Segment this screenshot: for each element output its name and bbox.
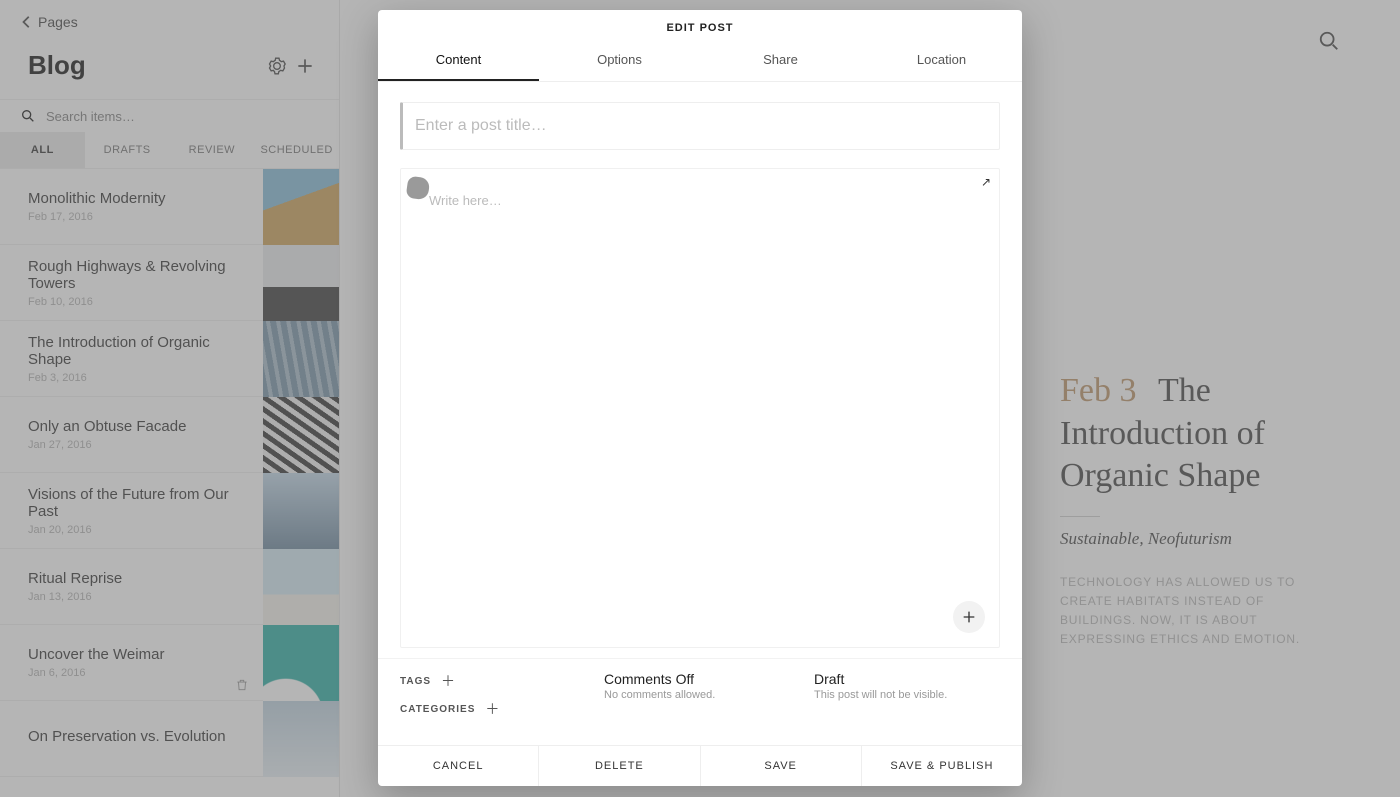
tags-label: TAGS [400, 676, 431, 687]
plus-icon [961, 609, 977, 625]
post-body-editor[interactable]: ↗ Write here… [400, 168, 1000, 648]
modal-footer: CANCEL DELETE SAVE SAVE & PUBLISH [378, 745, 1022, 786]
modal-title: EDIT POST [378, 10, 1022, 42]
comments-title: Comments Off [604, 671, 790, 687]
modal-tab-content[interactable]: Content [378, 42, 539, 81]
expand-editor-button[interactable]: ↗ [981, 175, 991, 189]
status-sub: This post will not be visible. [814, 689, 1000, 701]
save-button[interactable]: SAVE [701, 746, 862, 786]
comments-status[interactable]: Comments Off No comments allowed. [604, 671, 790, 727]
post-meta: TAGS ＋ CATEGORIES ＋ Comments Off No comm… [378, 658, 1022, 745]
comments-sub: No comments allowed. [604, 689, 790, 701]
categories-label: CATEGORIES [400, 704, 475, 715]
modal-tabs: ContentOptionsShareLocation [378, 42, 1022, 82]
edit-post-modal: EDIT POST ContentOptionsShareLocation ↗ … [378, 10, 1022, 786]
add-tag-button[interactable]: ＋ [441, 671, 455, 691]
delete-button[interactable]: DELETE [539, 746, 700, 786]
add-block-button[interactable] [953, 601, 985, 633]
editor-handle-icon [406, 176, 431, 201]
cancel-button[interactable]: CANCEL [378, 746, 539, 786]
publish-status[interactable]: Draft This post will not be visible. [814, 671, 1000, 727]
modal-overlay: EDIT POST ContentOptionsShareLocation ↗ … [0, 0, 1400, 797]
editor-placeholder: Write here… [429, 193, 971, 208]
modal-tab-options[interactable]: Options [539, 42, 700, 81]
status-title: Draft [814, 671, 1000, 687]
post-title-input[interactable] [400, 102, 1000, 150]
add-category-button[interactable]: ＋ [485, 699, 499, 719]
modal-tab-share[interactable]: Share [700, 42, 861, 81]
save-publish-button[interactable]: SAVE & PUBLISH [862, 746, 1022, 786]
modal-tab-location[interactable]: Location [861, 42, 1022, 81]
